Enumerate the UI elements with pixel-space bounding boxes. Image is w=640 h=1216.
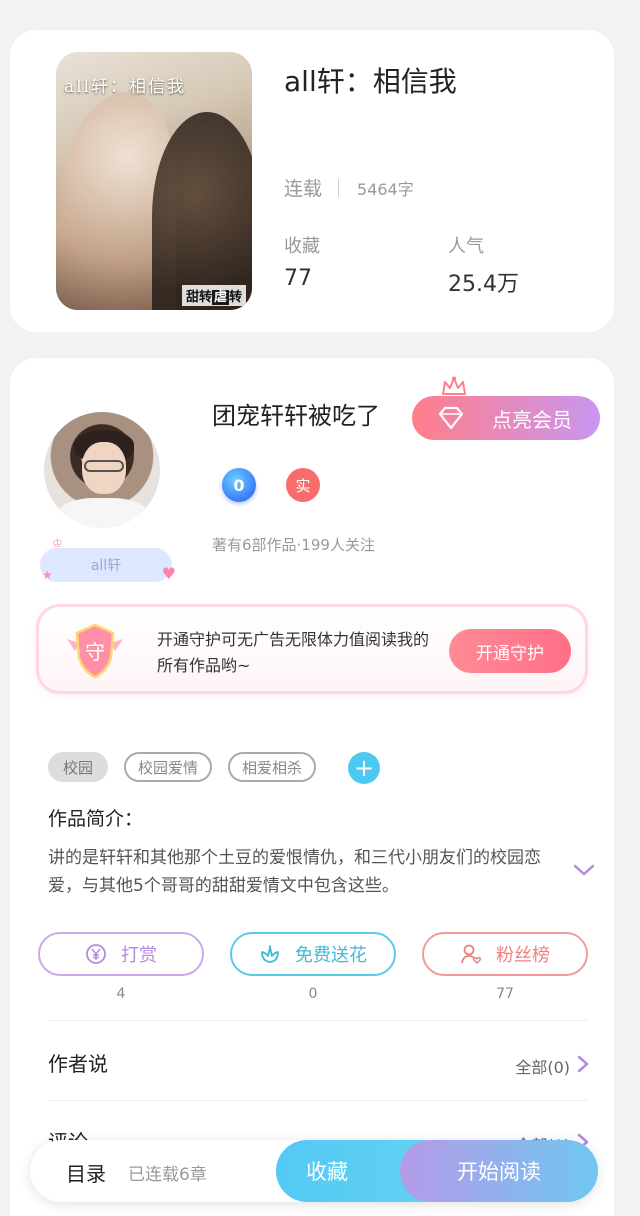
author-says-title: 作者说 <box>48 1052 108 1076</box>
vip-button-label: 点亮会员 <box>492 407 572 432</box>
guard-promo-text: 开通守护可无广告无限体力值阅读我的所有作品哟~ <box>157 630 430 675</box>
intro-title: 作品简介： <box>48 808 144 830</box>
author-stats: 著有6部作品·199人关注 <box>212 536 375 554</box>
cover-title-text: all轩：相信我 <box>64 77 187 97</box>
diamond-icon <box>438 406 464 430</box>
chevron-right-icon[interactable] <box>576 1054 590 1074</box>
flower-count: 0 <box>308 986 318 1002</box>
guard-banner: 守 开通守护可无广告无限体力值阅读我的所有作品哟~ 开通守护 <box>36 604 588 694</box>
start-reading-button[interactable]: 开始阅读 <box>400 1140 598 1202</box>
tag-item[interactable]: 校园爱情 <box>124 752 212 782</box>
tag-item[interactable]: 校园 <box>48 752 108 782</box>
book-title: all轩：相信我 <box>284 65 457 98</box>
add-tag-button[interactable]: + <box>348 752 380 784</box>
book-cover-image[interactable]: all轩：相信我 甜转虐转 <box>56 52 252 310</box>
word-count: 5464字 <box>357 179 414 199</box>
reward-label: 打赏 <box>121 945 157 966</box>
flower-icon <box>261 945 279 963</box>
book-status: 连载 <box>284 178 323 200</box>
verified-real-icon: 实 <box>286 468 320 502</box>
guard-shield-glyph: 守 <box>85 640 105 664</box>
vip-level-icon: 0 <box>222 468 256 502</box>
yen-coin-icon <box>86 944 106 964</box>
popularity-value: 25.4万 <box>448 272 519 297</box>
star-icon: ★ <box>42 568 53 582</box>
favorites-label: 收藏 <box>284 236 320 257</box>
activate-vip-button[interactable]: 点亮会员 <box>412 396 600 440</box>
heart-icon: ♥ <box>161 564 176 583</box>
book-meta: 连载 5464字 <box>284 174 414 201</box>
popularity-label: 人气 <box>448 236 484 257</box>
chevron-down-icon[interactable] <box>572 862 596 878</box>
author-name[interactable]: 团宠轩轩被吃了 <box>212 396 380 431</box>
crown-icon <box>442 376 466 395</box>
user-heart-icon <box>461 944 482 965</box>
author-badge-label: all轩 <box>90 558 122 574</box>
favorites-value: 77 <box>284 266 312 291</box>
intro-text: 讲的是轩轩和其他那个土豆的爱恨情仇，和三代小朋友们的校园恋爱，与其他5个哥哥的甜… <box>48 848 541 896</box>
fans-ranking-button[interactable]: 粉丝榜 <box>422 932 588 976</box>
cover-brand-text: 甜转虐转 <box>181 285 246 306</box>
reward-count: 4 <box>116 986 126 1002</box>
mini-crown-icon: ♔ <box>52 536 63 550</box>
send-flower-button[interactable]: 免费送花 <box>230 932 396 976</box>
bottom-action-bar: 目录 已连载6章 收藏 开始阅读 <box>30 1140 598 1202</box>
guard-shield-icon: 守 <box>67 623 123 679</box>
author-says-all-link[interactable]: 全部(0) <box>515 1054 570 1078</box>
author-avatar[interactable] <box>44 412 160 528</box>
fans-count: 77 <box>496 986 514 1002</box>
table-of-contents-button[interactable]: 目录 <box>66 1158 106 1187</box>
book-info-card: all轩：相信我 甜转虐转 all轩：相信我 连载 5464字 收藏 77 人气… <box>10 30 614 332</box>
chapter-status: 已连载6章 <box>128 1165 207 1185</box>
author-card: ♔ ★ all轩 ♥ 团宠轩轩被吃了 0 实 著有6部作品·199人关注 点亮会… <box>10 358 614 1216</box>
reward-button[interactable]: 打赏 <box>38 932 204 976</box>
tag-item[interactable]: 相爱相杀 <box>228 752 316 782</box>
activate-guard-button[interactable]: 开通守护 <box>449 629 571 673</box>
flower-label: 免费送花 <box>295 945 367 966</box>
fans-label: 粉丝榜 <box>496 945 550 966</box>
divider <box>48 1100 588 1101</box>
meta-divider <box>338 178 340 197</box>
author-fan-badge: ♔ ★ all轩 ♥ <box>40 536 176 583</box>
divider <box>48 1020 588 1021</box>
